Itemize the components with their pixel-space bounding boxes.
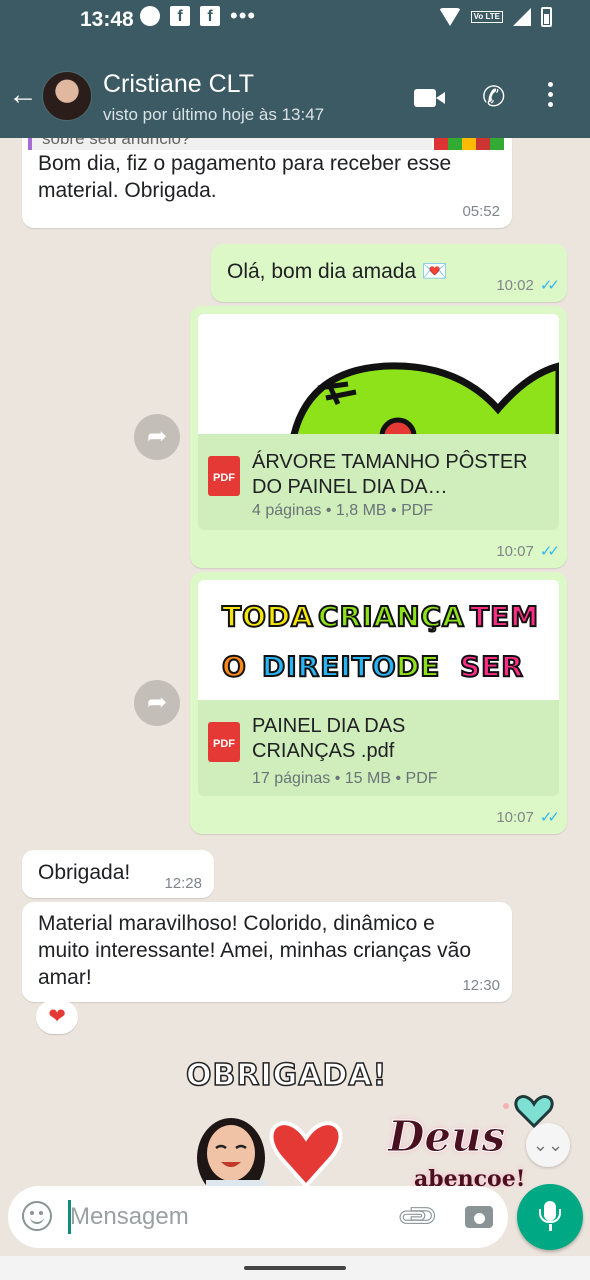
incoming-message[interactable]: Obrigada! 12:28 xyxy=(22,850,214,898)
emoji-icon[interactable] xyxy=(22,1201,52,1231)
chat-notification-icon xyxy=(140,6,160,26)
message-text: Obrigada! xyxy=(38,861,131,884)
sticker-caption: Deus xyxy=(387,1112,506,1162)
incoming-message[interactable]: Material maravilhoso! Colorido, dinâmico… xyxy=(22,902,512,1002)
document-preview-image xyxy=(198,314,559,434)
volte-icon: Vo LTE xyxy=(470,11,503,23)
attach-icon[interactable]: 📎︎ xyxy=(394,1192,442,1240)
home-gesture-bar[interactable] xyxy=(244,1266,346,1270)
battery-icon xyxy=(541,7,552,27)
quoted-thumbnail xyxy=(434,138,504,150)
sticker-obrigada[interactable]: OBRIGADA! xyxy=(185,1057,387,1188)
preview-word: TODA xyxy=(221,599,314,634)
message-meta: 12:30 xyxy=(462,977,500,994)
mic-icon xyxy=(539,1201,561,1223)
read-receipt-icon: ✓✓ xyxy=(539,809,560,826)
message-meta: 10:02 ✓✓ xyxy=(496,276,560,295)
message-time: 10:07 xyxy=(496,542,534,560)
preview-word: SER xyxy=(459,649,524,684)
back-arrow-icon[interactable]: ← xyxy=(8,80,38,110)
camera-icon[interactable] xyxy=(465,1206,493,1228)
heart-reaction[interactable]: ❤ xyxy=(36,1000,78,1034)
wifi-icon xyxy=(438,8,461,26)
preview-word: DIREITO xyxy=(261,649,397,684)
outgoing-document-message[interactable]: PDF ÁRVORE TAMANHO PÔSTER DO PAINEL DIA … xyxy=(190,306,567,568)
quoted-message[interactable]: sobre seu anúncio? xyxy=(28,138,432,150)
signal-icon xyxy=(513,8,531,26)
scroll-down-icon[interactable]: ⌄⌄ xyxy=(526,1123,570,1167)
system-nav-bar xyxy=(0,1256,590,1280)
read-receipt-icon: ✓✓ xyxy=(539,277,560,294)
document-meta: 4 páginas • 1,8 MB • PDF xyxy=(252,502,434,519)
message-time: 10:07 xyxy=(496,808,534,826)
contact-name[interactable]: Cristiane CLT xyxy=(103,70,254,99)
system-status-icons: Vo LTE xyxy=(438,7,552,27)
message-time: 12:28 xyxy=(164,875,202,892)
document-preview[interactable] xyxy=(198,314,559,434)
incoming-message[interactable]: sobre seu anúncio? Bom dia, fiz o pagame… xyxy=(22,138,512,228)
read-receipt-icon: ✓✓ xyxy=(539,543,560,560)
more-notifications-icon: ••• xyxy=(230,3,257,28)
message-time: 10:02 xyxy=(496,276,534,294)
outgoing-message[interactable]: Olá, bom dia amada 💌 10:02 ✓✓ xyxy=(211,244,567,302)
document-card[interactable]: PDF ÁRVORE TAMANHO PÔSTER DO PAINEL DIA … xyxy=(198,434,559,530)
outgoing-document-message[interactable]: TODA CRIANÇA TEM O DIREITO DE SER PDF PA… xyxy=(190,572,567,834)
preview-word: CRIANÇA xyxy=(317,599,465,634)
message-time: 05:52 xyxy=(462,203,500,220)
facebook-notification-icon: f xyxy=(200,6,220,26)
message-text: Material maravilhoso! Colorido, dinâmico… xyxy=(38,912,472,989)
message-meta: 10:07 ✓✓ xyxy=(496,808,560,827)
status-time: 13:48 xyxy=(80,8,134,31)
contact-avatar[interactable] xyxy=(42,71,92,121)
message-input[interactable] xyxy=(70,1198,370,1236)
preview-word: O xyxy=(221,649,247,684)
pdf-icon: PDF xyxy=(208,722,240,762)
document-title: PAINEL DIA DAS CRIANÇAS .pdf xyxy=(252,715,406,762)
preview-word: DE xyxy=(395,649,441,684)
message-text: Olá, bom dia amada 💌 xyxy=(227,260,449,283)
document-meta: 17 páginas • 15 MB • PDF xyxy=(252,770,438,787)
document-preview[interactable]: TODA CRIANÇA TEM O DIREITO DE SER xyxy=(198,580,559,700)
more-menu-icon[interactable] xyxy=(548,82,554,112)
message-list[interactable]: sobre seu anúncio? Bom dia, fiz o pagame… xyxy=(0,138,590,1188)
forward-icon[interactable]: ➦ xyxy=(134,414,180,460)
message-composer: 📎︎ xyxy=(8,1186,508,1248)
forward-icon[interactable]: ➦ xyxy=(134,680,180,726)
pdf-icon: PDF xyxy=(208,456,240,496)
video-call-icon[interactable] xyxy=(414,89,445,107)
phone-icon[interactable]: ✆ xyxy=(482,83,505,111)
message-meta: 12:28 xyxy=(164,875,202,892)
message-text: Bom dia, fiz o pagamento para receber es… xyxy=(38,152,452,202)
facebook-notification-icon: f xyxy=(170,6,190,26)
status-bar: 13:48 f f ••• Vo LTE xyxy=(0,0,590,38)
sticker-caption: OBRIGADA! xyxy=(185,1057,388,1094)
document-title: ÁRVORE TAMANHO PÔSTER DO PAINEL DIA DA… xyxy=(252,451,528,498)
message-meta: 10:07 ✓✓ xyxy=(496,542,560,561)
mic-stem xyxy=(549,1224,552,1231)
document-card[interactable]: PDF PAINEL DIA DAS CRIANÇAS .pdf 17 pági… xyxy=(198,700,559,796)
document-preview-image: TODA CRIANÇA TEM O DIREITO DE SER xyxy=(198,580,559,700)
message-time: 12:30 xyxy=(462,977,500,994)
mic-button[interactable] xyxy=(517,1184,583,1250)
preview-word: TEM xyxy=(469,599,540,634)
sticker-subcaption: abençoe! xyxy=(414,1166,526,1188)
last-seen-status: visto por último hoje às 13:47 xyxy=(103,105,325,124)
chat-header: ← Cristiane CLT visto por último hoje às… xyxy=(0,38,590,138)
notification-icons: f f ••• xyxy=(140,3,257,28)
quoted-text: sobre seu anúncio? xyxy=(42,138,191,148)
sticker-image xyxy=(197,1118,343,1188)
message-meta: 05:52 xyxy=(462,203,500,220)
